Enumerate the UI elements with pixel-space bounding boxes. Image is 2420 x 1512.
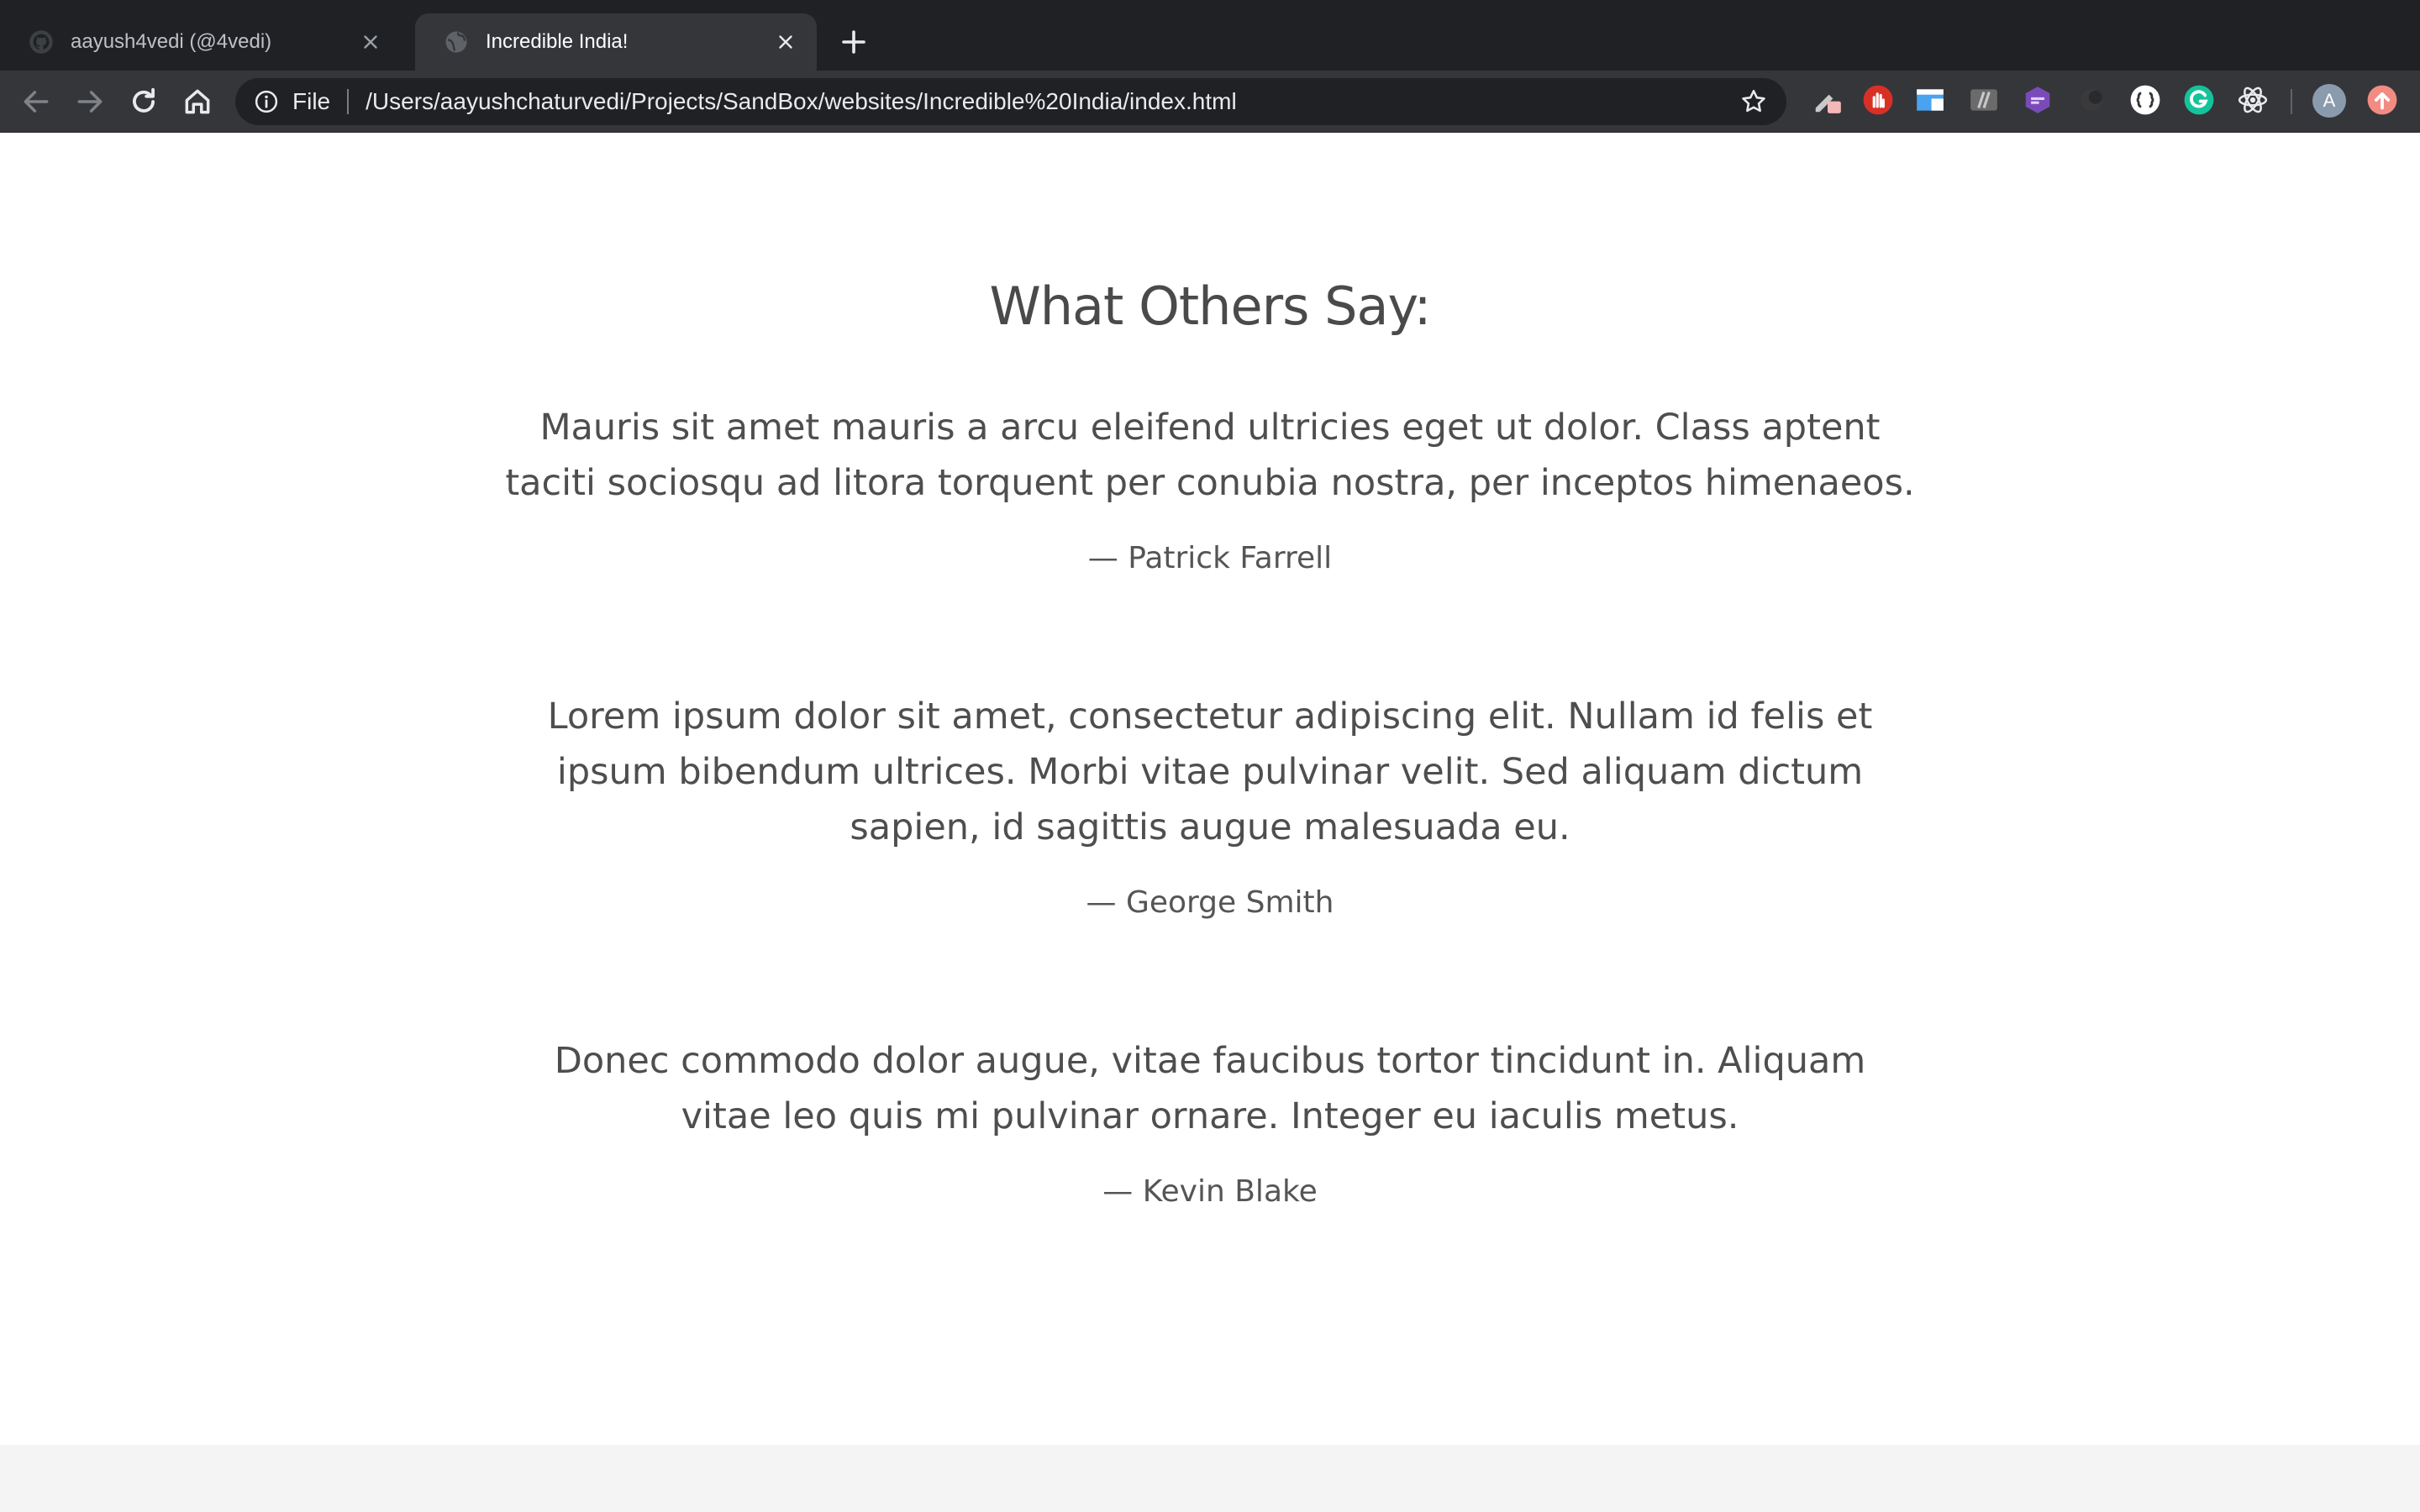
url-text[interactable]: /Users/aayushchaturvedi/Projects/SandBox… (366, 88, 1739, 115)
react-devtools-icon[interactable] (2237, 84, 2269, 116)
close-tab-icon[interactable] (775, 31, 797, 53)
new-tab-plus-icon[interactable] (839, 27, 869, 57)
hand-stop-extension-icon[interactable] (1862, 84, 1894, 116)
testimonial: Lorem ipsum dolor sit amet, consectetur … (504, 689, 1916, 920)
window-extension-icon[interactable] (1914, 84, 1946, 116)
tab-incredible-india[interactable]: Incredible India! (415, 13, 817, 71)
github-icon (29, 30, 53, 54)
testimonial-quote: Donec commodo dolor augue, vitae faucibu… (554, 1040, 1866, 1137)
dark-extension-icon[interactable] (2075, 84, 2107, 116)
testimonial-quote: Lorem ipsum dolor sit amet, consectetur … (547, 696, 1873, 848)
tab-title: Incredible India! (486, 30, 629, 53)
profile-avatar[interactable]: A (2312, 84, 2346, 118)
json-extension-icon[interactable] (2129, 84, 2161, 116)
toolbar-divider (2291, 89, 2292, 114)
tab-github[interactable]: aayush4vedi (@4vedi) (0, 13, 402, 71)
url-scheme-label: File (292, 88, 331, 114)
forward-arrow-icon[interactable] (74, 86, 106, 118)
tag-extension-icon[interactable] (2022, 84, 2054, 116)
testimonial: Donec commodo dolor augue, vitae faucibu… (504, 1033, 1916, 1209)
url-separator (347, 89, 350, 114)
back-arrow-icon[interactable] (20, 86, 52, 118)
testimonial-author: — George Smith (1086, 885, 1334, 920)
close-tab-icon[interactable] (360, 31, 381, 53)
grammarly-icon[interactable] (2183, 84, 2215, 116)
page-content: What Others Say: Mauris sit amet mauris … (0, 133, 2420, 1445)
footer-strip (0, 1445, 2420, 1512)
address-bar[interactable]: File /Users/aayushchaturvedi/Projects/Sa… (235, 78, 1786, 125)
pencil-extension-icon[interactable] (1812, 84, 1844, 116)
bookmark-star-icon[interactable] (1739, 87, 1768, 116)
tab-title: aayush4vedi (@4vedi) (71, 30, 272, 53)
globe-icon (445, 31, 467, 53)
testimonial-author: — Patrick Farrell (1087, 541, 1333, 575)
testimonial-quote: Mauris sit amet mauris a arcu eleifend u… (505, 407, 1915, 504)
testimonial-author: — Kevin Blake (1102, 1174, 1318, 1209)
home-icon[interactable] (182, 86, 213, 118)
browser-toolbar: File /Users/aayushchaturvedi/Projects/Sa… (0, 71, 2420, 133)
section-title: What Others Say: (989, 276, 1431, 337)
tab-strip: aayush4vedi (@4vedi) Incredible India! (0, 0, 2420, 71)
info-icon[interactable] (254, 89, 279, 114)
testimonial: Mauris sit amet mauris a arcu eleifend u… (504, 400, 1916, 575)
slash-extension-icon[interactable] (1968, 84, 2000, 116)
reload-icon[interactable] (128, 86, 160, 118)
update-arrow-icon[interactable] (2366, 84, 2398, 116)
